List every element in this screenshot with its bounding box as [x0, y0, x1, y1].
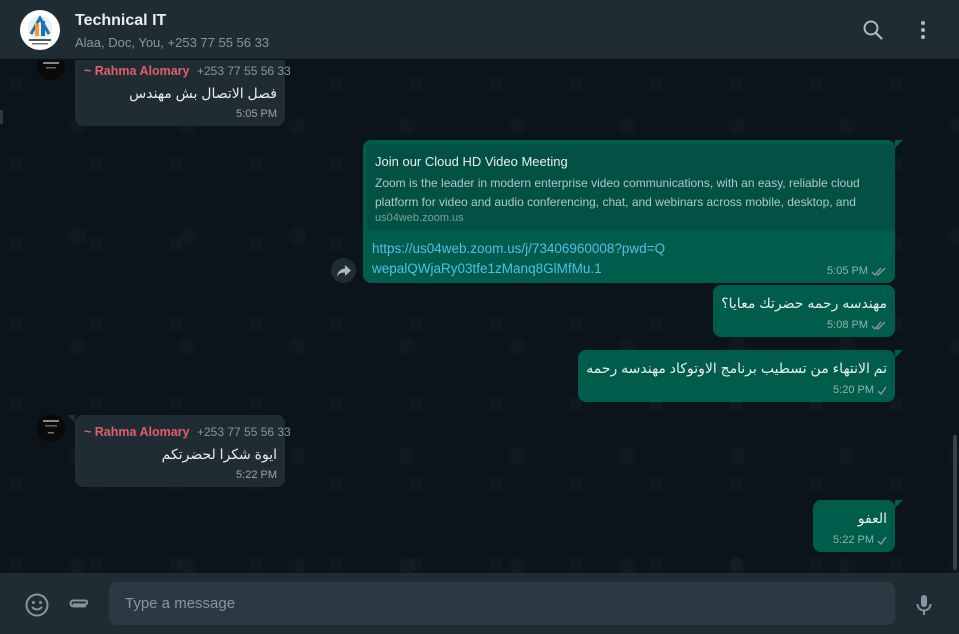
forward-icon[interactable]	[331, 258, 356, 283]
participants-list[interactable]: Alaa, Doc, You, +253 77 55 56 33	[75, 35, 269, 50]
message-time: 5:08 PM	[827, 319, 887, 331]
emoji-icon[interactable]	[24, 592, 50, 618]
message-time: 5:22 PM	[833, 534, 887, 546]
bubble-tail	[895, 500, 903, 508]
message-time: 5:05 PM	[827, 265, 887, 277]
chat-header[interactable]: Technical IT Alaa, Doc, You, +253 77 55 …	[0, 0, 959, 59]
microphone-icon[interactable]	[911, 592, 937, 618]
sender-phone: +253 77 55 56 33	[196, 425, 291, 439]
single-check-icon	[877, 386, 887, 395]
chat-title[interactable]: Technical IT	[75, 12, 166, 30]
message-time: 5:05 PM	[236, 108, 277, 120]
sender-phone: +253 77 55 56 33	[196, 64, 291, 78]
message-composer	[0, 573, 959, 634]
bubble-tail	[895, 140, 903, 148]
attach-icon[interactable]	[65, 592, 91, 618]
search-icon[interactable]	[861, 18, 885, 42]
message-time: 5:20 PM	[833, 384, 887, 396]
preview-description: Zoom is the leader in modern enterprise …	[375, 176, 860, 209]
preview-domain: us04web.zoom.us	[375, 212, 464, 224]
scrollbar-thumb[interactable]	[953, 435, 957, 570]
group-avatar[interactable]	[20, 10, 60, 50]
link-preview[interactable]: Join our Cloud HD Video Meeting Zoom is …	[367, 144, 895, 231]
single-check-icon	[877, 536, 887, 545]
message-text: ايوة شكرا لحضرتكم	[161, 446, 277, 462]
message-outgoing-link[interactable]: Join our Cloud HD Video Meeting Zoom is …	[363, 140, 903, 283]
double-check-icon	[871, 267, 886, 276]
bubble-tail	[67, 415, 75, 423]
preview-title: Join our Cloud HD Video Meeting	[375, 154, 568, 169]
chat-area[interactable]: ~ Rahma Alomary +253 77 55 56 33 فصل الا…	[0, 60, 959, 573]
message-outgoing[interactable]: العفو 5:22 PM	[813, 500, 903, 552]
message-text: العفو	[857, 510, 887, 526]
sender-name[interactable]: ~ Rahma Alomary	[84, 425, 189, 439]
message-incoming[interactable]: ~ Rahma Alomary +253 77 55 56 33 فصل الا…	[75, 60, 291, 126]
message-time: 5:22 PM	[236, 469, 277, 481]
message-outgoing[interactable]: تم الانتهاء من تسطيب برنامج الاوتوكاد مه…	[578, 350, 903, 402]
sender-avatar[interactable]	[37, 414, 65, 442]
double-check-icon	[871, 321, 886, 330]
sender-info: ~ Rahma Alomary +253 77 55 56 33	[84, 64, 291, 78]
message-incoming[interactable]: ~ Rahma Alomary +253 77 55 56 33 ايوة شك…	[67, 415, 291, 487]
sender-name[interactable]: ~ Rahma Alomary	[84, 64, 189, 78]
sender-info: ~ Rahma Alomary +253 77 55 56 33	[84, 425, 291, 439]
message-input[interactable]	[109, 582, 895, 625]
bubble-tail	[895, 350, 903, 358]
message-text: تم الانتهاء من تسطيب برنامج الاوتوكاد مه…	[586, 360, 887, 376]
message-outgoing[interactable]: مهندسه رحمه حضرتك معايا؟ 5:08 PM	[713, 285, 895, 337]
menu-icon[interactable]	[911, 18, 935, 42]
message-text: مهندسه رحمه حضرتك معايا؟	[721, 295, 887, 311]
message-link[interactable]: https://us04web.zoom.us/j/73406960008?pw…	[372, 239, 672, 279]
sender-avatar[interactable]	[37, 60, 65, 80]
message-text: فصل الاتصال بش مهندس	[129, 85, 277, 101]
scroll-indicator	[0, 110, 3, 124]
